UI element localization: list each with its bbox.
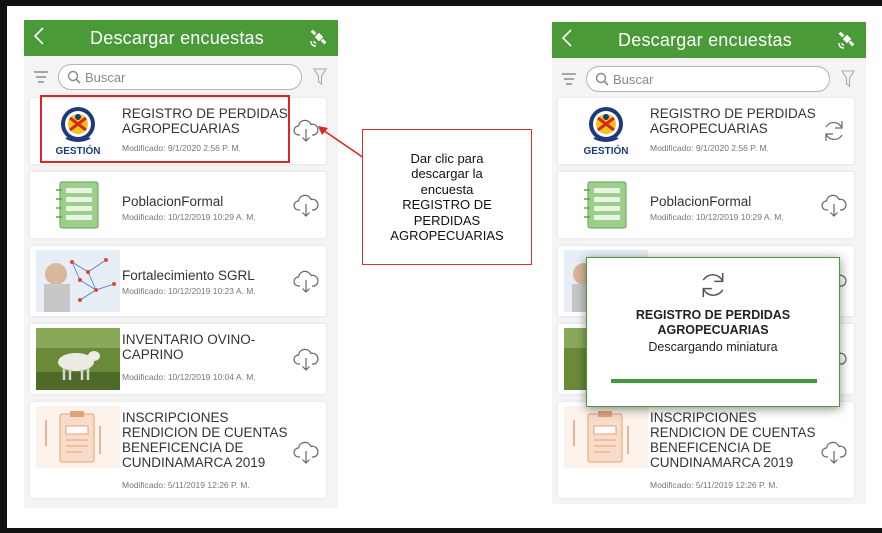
callout-line: PERDIDAS: [413, 212, 481, 228]
page-title: Descargar encuestas: [90, 27, 264, 48]
clipboard-thumbnail: [564, 406, 648, 468]
filter-button[interactable]: [302, 62, 338, 92]
callout-line: descargar la: [411, 166, 483, 181]
cloud-download-icon[interactable]: [820, 191, 848, 219]
cloud-download-icon[interactable]: [820, 438, 848, 466]
satellite-button[interactable]: [828, 22, 866, 58]
item-modified: Modificado: 10/12/2019 10:29 A. M.: [122, 212, 256, 222]
dialog-title-line: AGROPECUARIAS: [657, 323, 769, 337]
dialog-status: Descargando miniatura: [648, 340, 778, 354]
page-title: Descargar encuestas: [618, 29, 792, 50]
phone-screen-left: Descargar encuestas Buscar GESTIÓN REGIS…: [24, 20, 338, 508]
cloud-download-icon[interactable]: [292, 345, 320, 373]
item-modified: Modificado: 5/11/2019 12:26 P. M.: [650, 480, 778, 490]
network-thumbnail: [36, 250, 120, 312]
refresh-icon: [702, 272, 724, 298]
survey-item-registro[interactable]: GESTIÓN REGISTRO DE PERDIDAS AGROPECUARI…: [558, 98, 854, 164]
item-title: REGISTRO DE PERDIDAS AGROPECUARIAS: [650, 106, 816, 136]
back-button[interactable]: [24, 26, 54, 50]
logo-text: GESTIÓN: [583, 146, 629, 157]
callout-line: AGROPECUARIAS: [390, 228, 504, 243]
sort-button[interactable]: [24, 62, 58, 92]
item-modified: Modificado: 10/12/2019 10:29 A. M.: [650, 212, 784, 222]
satellite-button[interactable]: [300, 20, 338, 56]
callout-line: Dar clic para: [410, 150, 484, 166]
highlight-box: [40, 95, 290, 163]
search-input[interactable]: Buscar: [58, 64, 302, 90]
item-title: INVENTARIO OVINO-CAPRINO: [122, 332, 256, 362]
satellite-icon: [310, 29, 327, 47]
cloud-download-icon[interactable]: [292, 267, 320, 295]
refresh-icon[interactable]: [820, 117, 848, 145]
callout-line: REGISTRO DE: [402, 197, 492, 212]
search-placeholder: Buscar: [613, 71, 654, 87]
form-thumbnail: [564, 174, 648, 236]
search-row: Buscar: [24, 60, 338, 94]
item-title: INSCRIPCIONES RENDICION DE CUENTAS BENEF…: [650, 410, 816, 470]
item-title: PoblacionFormal: [650, 194, 752, 209]
item-modified: Modificado: 10/12/2019 10:04 A. M.: [122, 372, 256, 382]
survey-item-inventario[interactable]: INVENTARIO OVINO-CAPRINO Modificado: 10/…: [30, 324, 326, 394]
item-modified: Modificado: 10/12/2019 10:23 A. M.: [122, 286, 256, 296]
cloud-download-icon[interactable]: [292, 191, 320, 219]
item-title: PoblacionFormal: [122, 194, 224, 209]
back-button[interactable]: [552, 28, 582, 52]
sort-lines-icon: [562, 73, 576, 85]
gestion-logo: GESTIÓN: [564, 100, 648, 162]
search-row: Buscar: [552, 62, 866, 96]
chevron-left-icon: [561, 28, 572, 47]
chevron-left-icon: [33, 26, 44, 45]
search-icon: [67, 70, 81, 84]
title-bar: Descargar encuestas: [552, 22, 866, 58]
survey-item-poblacion[interactable]: PoblacionFormal Modificado: 10/12/2019 1…: [558, 172, 854, 238]
filter-funnel-icon: [841, 70, 855, 88]
item-modified: Modificado: 5/11/2019 12:26 P. M.: [122, 480, 250, 490]
search-icon: [595, 72, 609, 86]
item-title: Fortalecimiento SGRL: [122, 268, 255, 283]
search-input[interactable]: Buscar: [586, 66, 830, 92]
filter-funnel-icon: [313, 68, 327, 86]
sort-button[interactable]: [552, 64, 586, 94]
search-placeholder: Buscar: [85, 69, 126, 85]
title-bar: Descargar encuestas: [24, 20, 338, 56]
survey-item-inscripciones[interactable]: INSCRIPCIONES RENDICION DE CUENTAS BENEF…: [558, 402, 854, 498]
survey-item-fortalecimiento[interactable]: Fortalecimiento SGRL Modificado: 10/12/2…: [30, 246, 326, 316]
progress-bar: [611, 379, 817, 383]
dialog-title-line: REGISTRO DE PERDIDAS: [635, 308, 791, 322]
filter-button[interactable]: [830, 64, 866, 94]
item-modified: Modificado: 9/1/2020 2:56 P. M.: [650, 143, 769, 153]
satellite-icon: [838, 31, 855, 49]
cloud-download-icon[interactable]: [292, 438, 320, 466]
clipboard-thumbnail: [36, 406, 120, 468]
download-progress-dialog: REGISTRO DE PERDIDAS AGROPECUARIAS Desca…: [586, 257, 840, 407]
item-title: INSCRIPCIONES RENDICION DE CUENTAS BENEF…: [122, 410, 288, 470]
survey-item-poblacion[interactable]: PoblacionFormal Modificado: 10/12/2019 1…: [30, 172, 326, 238]
callout-line: encuesta: [420, 181, 474, 197]
dialog-title: REGISTRO DE PERDIDAS AGROPECUARIAS: [587, 308, 839, 338]
instruction-callout: Dar clic para descargar la encuesta REGI…: [362, 129, 532, 265]
survey-item-inscripciones[interactable]: INSCRIPCIONES RENDICION DE CUENTAS BENEF…: [30, 402, 326, 498]
sheep-photo-thumbnail: [36, 328, 120, 390]
callout-arrow: [318, 126, 365, 159]
form-thumbnail: [36, 174, 120, 236]
sort-lines-icon: [34, 71, 48, 83]
